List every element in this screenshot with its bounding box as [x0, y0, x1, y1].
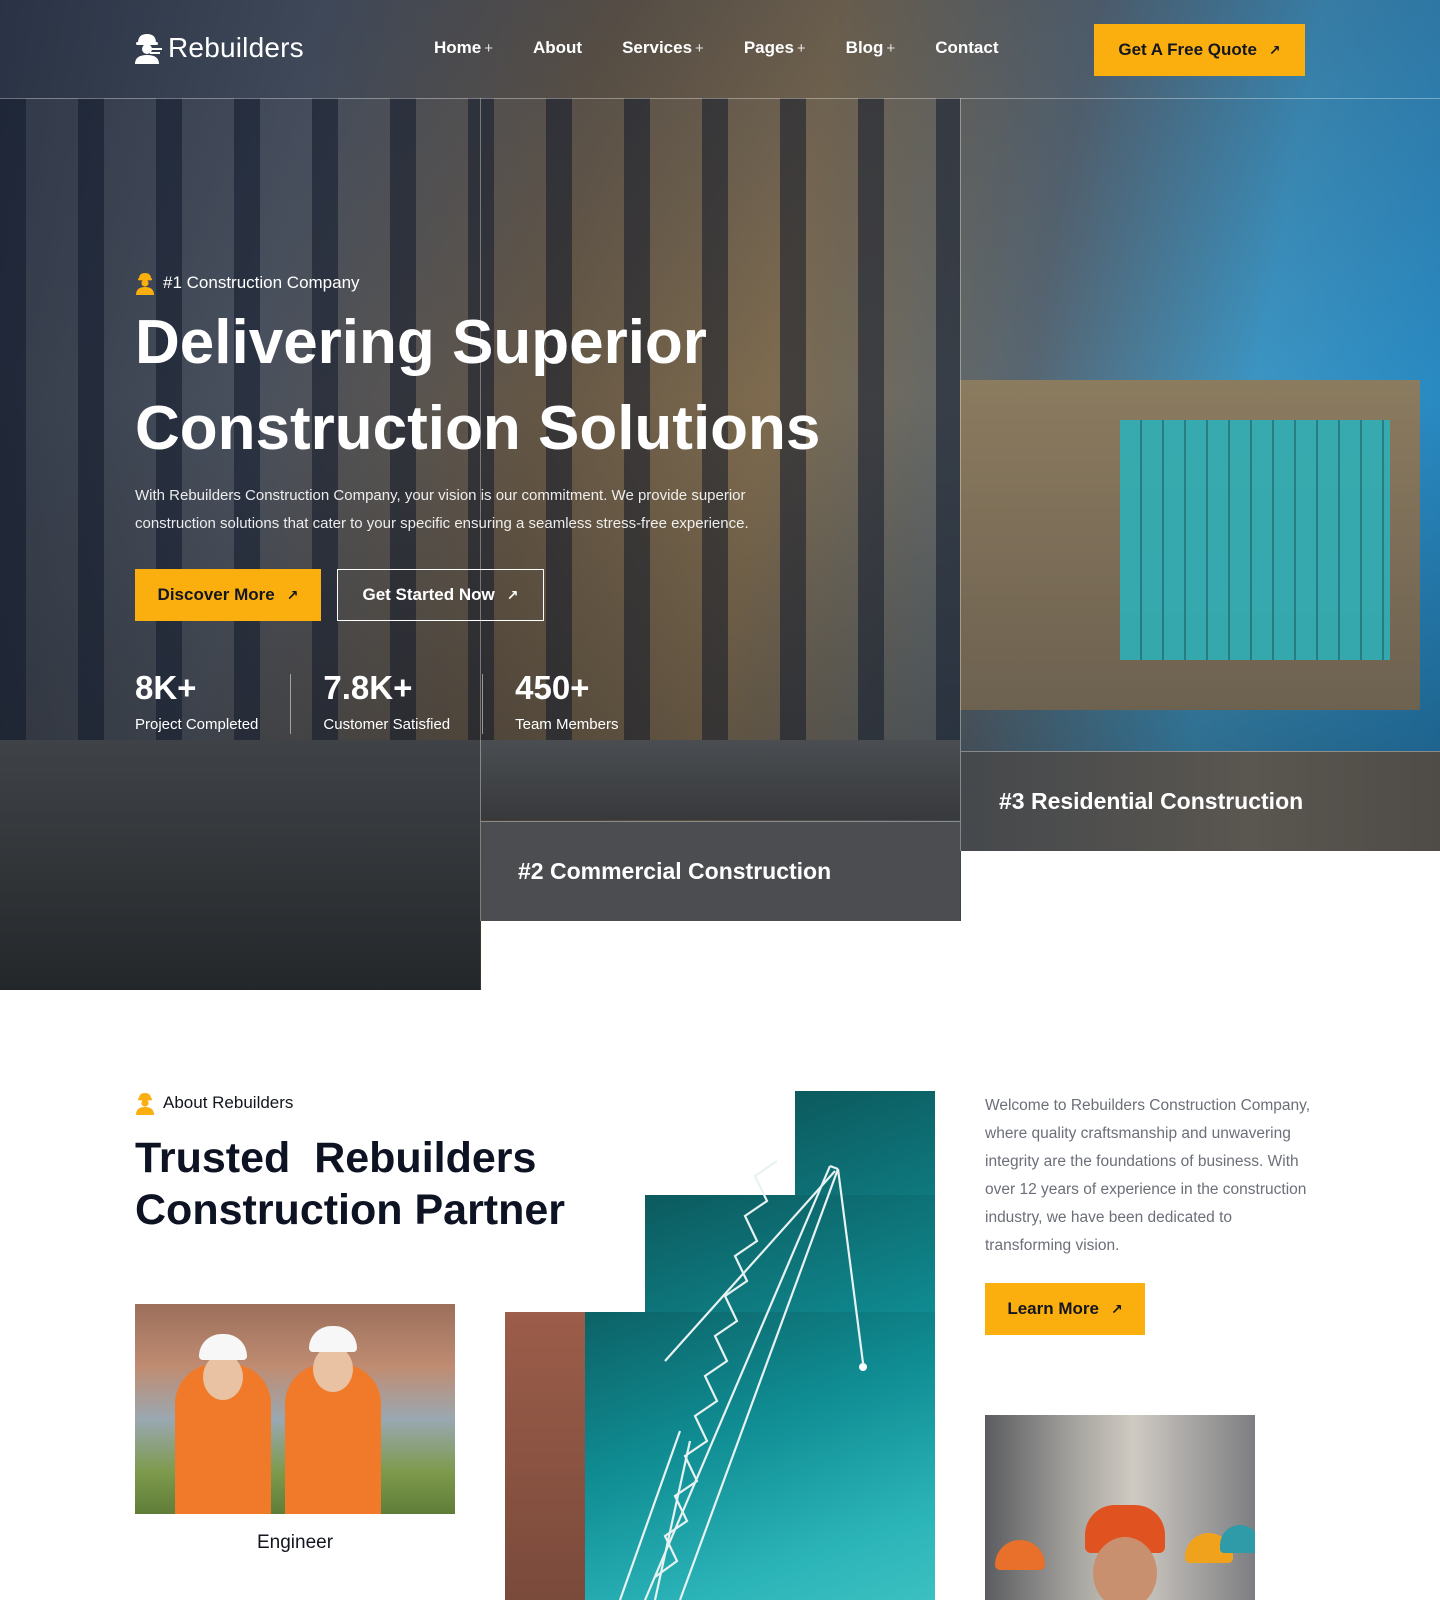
nav-item-services[interactable]: Services +: [622, 38, 704, 58]
button-label: Learn More: [1007, 1299, 1099, 1318]
get-quote-button[interactable]: Get A Free Quote ↗: [1094, 24, 1305, 76]
hard-hat: [309, 1326, 357, 1352]
panel-commercial-construction[interactable]: #2 Commercial Construction: [481, 821, 960, 921]
nav-item-blog[interactable]: Blog +: [846, 38, 896, 58]
brand-name: Rebuilders: [168, 32, 304, 63]
ground-decor: [0, 740, 480, 990]
arrow-up-right-icon: ↗: [506, 586, 519, 603]
hard-hat: [995, 1540, 1045, 1570]
nav-label: Services: [622, 38, 693, 57]
nav-label: About: [533, 38, 583, 57]
nav-item-home[interactable]: Home +: [434, 38, 493, 58]
stat-customers: 7.8K+ Customer Satisfied: [323, 670, 450, 734]
worker-face: [1093, 1537, 1157, 1600]
builder-logo-icon: [134, 32, 162, 64]
stats-row: 8K+ Project Completed 7.8K+ Customer Sat…: [135, 670, 618, 734]
nav-label: Blog: [845, 38, 884, 57]
crane-icon: [618, 1160, 867, 1600]
nav-item-contact[interactable]: Contact: [935, 38, 998, 58]
plus-icon: +: [886, 39, 896, 57]
workers-photo: [985, 1415, 1255, 1600]
about-eyebrow: About Rebuilders: [135, 1091, 293, 1115]
grid-line: [960, 98, 961, 851]
nav-label: Home: [434, 38, 482, 57]
building-glass-decor: [1120, 420, 1390, 660]
plus-icon: +: [796, 39, 806, 57]
engineer-caption: Engineer: [256, 1532, 334, 1553]
nav-label: Contact: [935, 38, 999, 57]
logo[interactable]: Rebuilders: [134, 32, 304, 64]
nav-item-about[interactable]: About: [533, 38, 582, 58]
hero-description: With Rebuilders Construction Company, yo…: [135, 487, 749, 532]
learn-more-button[interactable]: Learn More ↗: [985, 1283, 1145, 1335]
get-started-button[interactable]: Get Started Now ↗: [337, 569, 544, 621]
plus-icon: +: [695, 39, 704, 57]
button-label: Get Started Now: [362, 585, 495, 604]
stat-value: 8K+: [135, 669, 197, 706]
button-label: Get A Free Quote: [1118, 40, 1257, 59]
arrow-up-right-icon: ↗: [1110, 1300, 1123, 1317]
stat-value: 450+: [515, 669, 590, 706]
eyebrow-label: #1 Construction Company: [163, 273, 360, 292]
engineer-face: [313, 1346, 353, 1392]
hero-cutout: [961, 851, 1440, 990]
discover-more-button[interactable]: Discover More ↗: [135, 569, 321, 621]
ground-mid-decor: [480, 740, 960, 820]
stat-label: Team Members: [515, 716, 619, 733]
hero-section: Rebuilders Home + About Services + Pages + …: [0, 0, 1440, 990]
plus-icon: +: [484, 39, 493, 57]
worker-icon: [135, 271, 155, 295]
nav-item-pages[interactable]: Pages +: [744, 38, 806, 58]
panel-residential-construction[interactable]: #3 Residential Construction: [961, 751, 1440, 851]
eyebrow-label: About Rebuilders: [163, 1093, 294, 1112]
crane-photo: [505, 1091, 935, 1600]
hero-title-line: Construction Solutions: [135, 394, 821, 463]
hard-hat: [1220, 1525, 1255, 1553]
engineer-face: [203, 1354, 243, 1400]
hero-eyebrow: #1 Construction Company: [135, 271, 360, 295]
stat-projects: 8K+ Project Completed: [135, 670, 258, 734]
header-divider: [0, 98, 1440, 99]
arrow-up-right-icon: ↗: [1268, 41, 1281, 58]
main-nav: Home + About Services + Pages + Blog + Conta…: [434, 38, 999, 58]
worker-icon: [135, 1091, 155, 1115]
nav-label: Pages: [743, 38, 794, 57]
stat-value: 7.8K+: [323, 669, 413, 706]
hero-title: Delivering Superior Construction Solutio…: [135, 300, 855, 472]
panel-label: #3 Residential Construction: [999, 788, 1304, 814]
button-label: Discover More: [157, 585, 275, 604]
stat-label: Customer Satisfied: [323, 716, 451, 733]
about-description: Welcome to Rebuilders Construction Compa…: [985, 1097, 1311, 1254]
stat-divider: [482, 674, 484, 734]
arrow-up-right-icon: ↗: [286, 586, 299, 603]
hard-hat: [199, 1334, 247, 1360]
engineers-photo: [135, 1304, 455, 1514]
hero-title-line: Delivering Superior: [135, 308, 707, 377]
stat-team: 450+ Team Members: [515, 670, 618, 734]
panel-label: #2 Commercial Construction: [518, 858, 832, 884]
stat-divider: [290, 674, 292, 734]
stat-label: Project Completed: [135, 716, 259, 733]
site-header: Rebuilders Home + About Services + Pages + …: [0, 0, 1440, 98]
